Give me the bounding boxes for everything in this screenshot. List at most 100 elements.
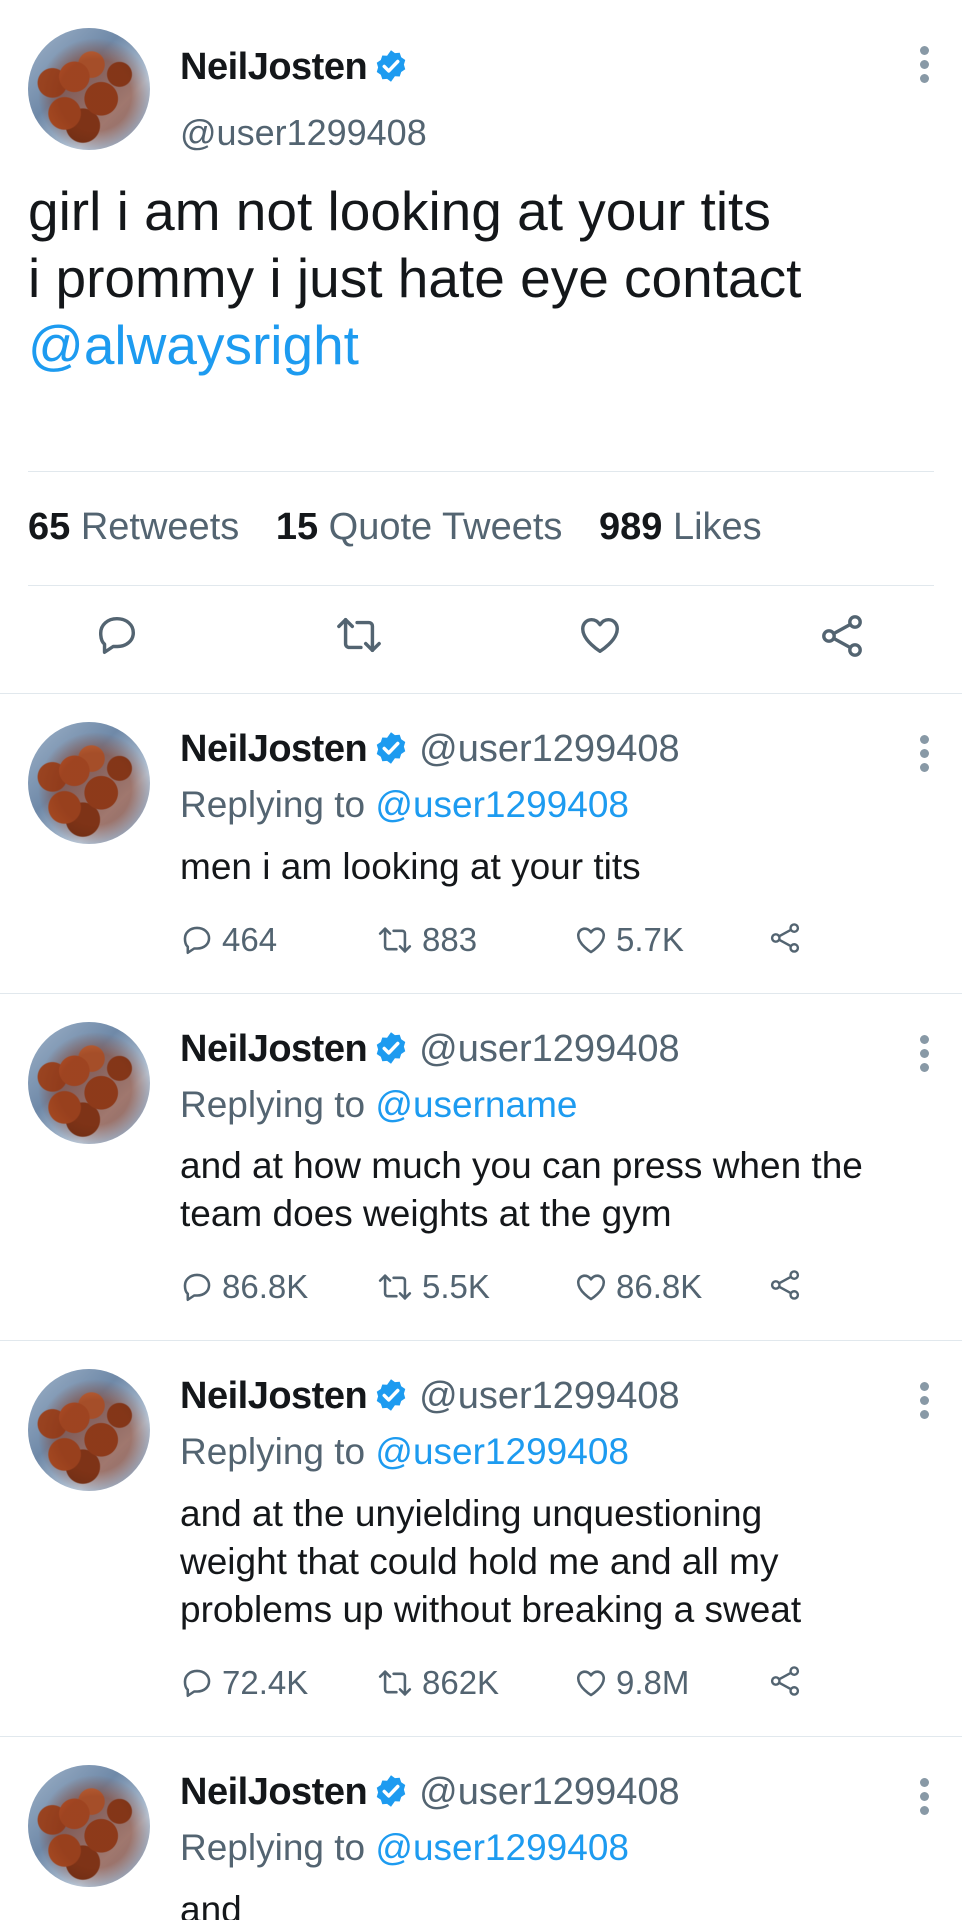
author-name[interactable]: NeilJosten (180, 1375, 368, 1417)
reply-icon (183, 926, 211, 955)
replying-to: Replying to @user1299408 (180, 1431, 629, 1473)
mention-link[interactable]: @alwaysright (28, 312, 938, 379)
reply-icon (183, 1669, 211, 1698)
verified-badge-icon (376, 1775, 406, 1807)
reply-count-button[interactable]: 464 (180, 921, 277, 959)
avatar[interactable] (28, 28, 150, 150)
like-count: 5.7K (616, 921, 684, 958)
verified-badge-icon (376, 1379, 406, 1411)
share-icon (770, 1666, 800, 1696)
reply-text-line: men i am looking at your tits (180, 846, 641, 887)
reply-icon (183, 1273, 211, 1302)
tweet-text: girl i am not looking at your tits i pro… (28, 178, 938, 379)
reply-text-line: and (180, 1889, 242, 1920)
reply-count-button[interactable]: 72.4K (180, 1664, 308, 1702)
author-name[interactable]: NeilJosten (180, 46, 409, 89)
replying-label: Replying to (180, 1084, 366, 1125)
author-handle[interactable]: @user1299408 (419, 1375, 679, 1417)
likes-label: Likes (672, 506, 762, 548)
replying-to: Replying to @user1299408 (180, 1827, 629, 1869)
divider (28, 471, 934, 472)
reply-text: and at the unyielding unquestioning weig… (180, 1490, 940, 1634)
like-count-button[interactable]: 9.8M (574, 1664, 689, 1702)
author-handle[interactable]: @user1299408 (180, 112, 427, 154)
author-name[interactable]: NeilJosten (180, 1771, 368, 1813)
divider (0, 1736, 962, 1737)
verified-badge-icon (376, 732, 406, 764)
quotes-count: 15 (275, 506, 319, 548)
avatar[interactable] (28, 722, 150, 844)
author-name[interactable]: NeilJosten (180, 1028, 368, 1070)
more-options-icon[interactable] (918, 1035, 930, 1077)
divider (0, 693, 962, 694)
like-icon (576, 927, 606, 954)
author-handle[interactable]: @user1299408 (419, 1028, 679, 1070)
reply-header: NeilJosten @user1299408 (180, 1771, 680, 1814)
share-button[interactable] (768, 1268, 810, 1302)
replying-to-mention[interactable]: @user1299408 (375, 1827, 629, 1868)
retweet-count-button[interactable]: 5.5K (376, 1268, 490, 1306)
tweet-actions (0, 612, 962, 662)
like-icon (576, 1670, 606, 1697)
avatar[interactable] (28, 1765, 150, 1887)
reply-header: NeilJosten @user1299408 (180, 728, 680, 771)
quotes-stat[interactable]: 15 Quote Tweets (276, 506, 563, 548)
divider (0, 1340, 962, 1341)
reply-actions: 86.8K 5.5K 86.8K (180, 1268, 820, 1308)
author-handle[interactable]: @user1299408 (419, 1771, 679, 1813)
reply-count-button[interactable]: 86.8K (180, 1268, 308, 1306)
more-options-icon[interactable] (918, 735, 930, 777)
like-count: 86.8K (616, 1268, 703, 1305)
retweet-count: 5.5K (422, 1268, 490, 1305)
like-icon (576, 1274, 606, 1301)
retweet-count-button[interactable]: 862K (376, 1664, 499, 1702)
likes-stat[interactable]: 989 Likes (599, 506, 762, 548)
replying-to-mention[interactable]: @user1299408 (375, 1431, 629, 1472)
retweets-label: Retweets (80, 506, 240, 548)
divider (0, 993, 962, 994)
reply-header: NeilJosten @user1299408 (180, 1375, 680, 1418)
retweet-count: 862K (422, 1664, 500, 1701)
reply-text-line: weight that could hold me and all my (180, 1541, 779, 1582)
reply-header: NeilJosten @user1299408 (180, 1028, 680, 1071)
avatar[interactable] (28, 1022, 150, 1144)
more-options-icon[interactable] (918, 46, 930, 88)
retweet-icon (378, 1274, 412, 1300)
author-name-text[interactable]: NeilJosten (180, 46, 368, 88)
avatar[interactable] (28, 1369, 150, 1491)
retweet-icon[interactable] (334, 612, 384, 658)
like-count: 9.8M (616, 1664, 690, 1701)
reply-icon[interactable] (94, 612, 140, 658)
retweets-count: 65 (28, 506, 71, 548)
more-options-icon[interactable] (918, 1778, 930, 1820)
like-count-button[interactable]: 86.8K (574, 1268, 702, 1306)
retweet-icon (378, 927, 412, 953)
reply-actions: 464 883 5.7K (180, 921, 820, 961)
divider (28, 585, 934, 586)
reply-text: and (180, 1886, 940, 1920)
share-icon[interactable] (818, 612, 866, 660)
more-options-icon[interactable] (918, 1382, 930, 1424)
reply-text-line: and at the unyielding unquestioning (180, 1493, 763, 1534)
like-count-button[interactable]: 5.7K (574, 921, 684, 959)
retweets-stat[interactable]: 65 Retweets (28, 506, 239, 548)
replying-to-mention[interactable]: @user1299408 (375, 784, 629, 825)
replying-to: Replying to @username (180, 1084, 577, 1126)
retweet-count-button[interactable]: 883 (376, 921, 477, 959)
reply-text: men i am looking at your tits (180, 843, 940, 891)
reply-text: and at how much you can press when the t… (180, 1142, 940, 1238)
reply-count: 464 (222, 921, 278, 958)
share-button[interactable] (768, 921, 810, 955)
like-icon[interactable] (577, 612, 623, 658)
verified-badge-icon (376, 50, 406, 82)
share-icon (770, 923, 800, 953)
author-name[interactable]: NeilJosten (180, 728, 368, 770)
reply-text-line: team does weights at the gym (180, 1193, 672, 1234)
author-handle[interactable]: @user1299408 (419, 728, 679, 770)
retweet-count: 883 (422, 921, 478, 958)
tweet-text-line: girl i am not looking at your tits (28, 180, 771, 242)
reply-text-line: and at how much you can press when the (180, 1145, 863, 1186)
share-button[interactable] (768, 1664, 810, 1698)
quotes-label: Quote Tweets (328, 506, 563, 548)
replying-to-mention[interactable]: @username (375, 1084, 577, 1125)
